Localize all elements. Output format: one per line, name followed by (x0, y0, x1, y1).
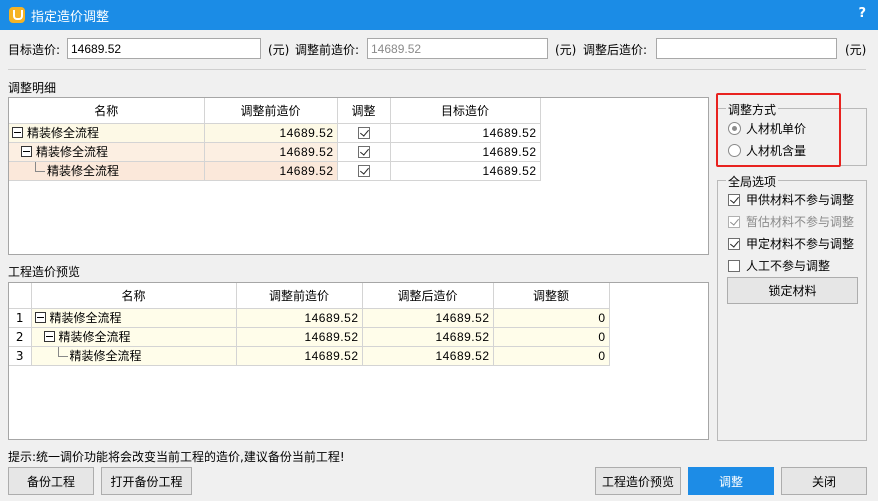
before-price-input[interactable] (367, 38, 548, 59)
row-before: 14689.52 (204, 123, 338, 143)
row-target[interactable]: 14689.52 (390, 161, 541, 181)
table-row[interactable]: 精装修全流程 14689.52 14689.52 (9, 161, 541, 181)
before-price-label: 调整前造价: (295, 43, 360, 57)
divider (8, 69, 866, 70)
detail-col-before[interactable]: 调整前造价 (204, 98, 338, 124)
table-row[interactable]: 2 精装修全流程 14689.52 14689.52 0 (9, 327, 610, 347)
global-options-group: 全局选项 甲供材料不参与调整 暂估材料不参与调整 甲定材料不参与调整 人工不参与… (717, 173, 867, 441)
target-price-input[interactable] (67, 38, 261, 59)
unit-label-2: (元) (555, 43, 577, 57)
preview-grid: 名称 调整前造价 调整后造价 调整额 1 精装修全流程 14689.52 146… (8, 282, 709, 440)
adjust-checkbox[interactable] (357, 164, 370, 177)
highlight-box (716, 93, 841, 167)
preview-cost-button[interactable]: 工程造价预览 (595, 467, 681, 495)
detail-col-adjust[interactable]: 调整 (337, 98, 391, 124)
tree-line-icon (35, 162, 45, 172)
global-options-title: 全局选项 (726, 173, 779, 190)
detail-grid: 名称 调整前造价 调整 目标造价 精装修全流程 14689.52 14689.5… (8, 97, 709, 255)
preview-section-title: 工程造价预览 (8, 265, 81, 279)
row-before: 14689.52 (236, 346, 363, 366)
detail-col-target[interactable]: 目标造价 (390, 98, 541, 124)
row-after: 14689.52 (362, 346, 494, 366)
row-name: 精装修全流程 (27, 126, 100, 140)
detail-col-name[interactable]: 名称 (9, 98, 205, 124)
target-price-label: 目标造价: (8, 43, 61, 57)
option-jiagong-material[interactable]: 甲供材料不参与调整 (728, 191, 854, 208)
row-target[interactable]: 14689.52 (390, 142, 541, 162)
row-name: 精装修全流程 (69, 349, 142, 363)
row-name: 精装修全流程 (36, 145, 109, 159)
row-after: 14689.52 (362, 327, 494, 347)
collapse-icon[interactable] (21, 146, 32, 157)
after-price-input[interactable] (656, 38, 837, 59)
row-name: 精装修全流程 (47, 164, 120, 178)
row-number: 2 (9, 327, 32, 347)
tree-line-icon (57, 347, 68, 357)
row-diff: 0 (493, 327, 610, 347)
row-before: 14689.52 (204, 142, 338, 162)
row-before: 14689.52 (236, 327, 363, 347)
checkbox[interactable] (728, 237, 740, 250)
close-button[interactable]: 关闭 (781, 467, 867, 495)
row-diff: 0 (493, 346, 610, 366)
table-row[interactable]: 精装修全流程 14689.52 14689.52 (9, 142, 541, 162)
unit-label-3: (元) (845, 43, 867, 57)
adjust-checkbox[interactable] (357, 126, 370, 139)
option-zangu-material: 暂估材料不参与调整 (728, 213, 854, 230)
option-jiading-material[interactable]: 甲定材料不参与调整 (728, 235, 854, 252)
row-number: 3 (9, 346, 32, 366)
preview-col-before[interactable]: 调整前造价 (236, 283, 363, 309)
row-number: 1 (9, 308, 32, 328)
row-after: 14689.52 (362, 308, 494, 328)
table-row[interactable]: 精装修全流程 14689.52 14689.52 (9, 123, 541, 143)
row-name: 精装修全流程 (58, 330, 131, 344)
table-row[interactable]: 1 精装修全流程 14689.52 14689.52 0 (9, 308, 610, 328)
preview-col-after[interactable]: 调整后造价 (362, 283, 494, 309)
hint-text: 提示:统一调价功能将会改变当前工程的造价,建议备份当前工程! (8, 450, 345, 464)
preview-col-name[interactable]: 名称 (31, 283, 237, 309)
after-price-label: 调整后造价: (583, 43, 648, 57)
collapse-icon[interactable] (43, 331, 55, 342)
lock-material-button[interactable]: 锁定材料 (727, 277, 858, 304)
row-name: 精装修全流程 (49, 311, 122, 325)
collapse-icon[interactable] (34, 312, 46, 323)
row-target[interactable]: 14689.52 (390, 123, 541, 143)
adjust-checkbox[interactable] (357, 145, 370, 158)
option-labor[interactable]: 人工不参与调整 (728, 257, 830, 274)
preview-col-diff[interactable]: 调整额 (493, 283, 610, 309)
unit-label-1: (元) (268, 43, 290, 57)
checkbox (728, 215, 740, 228)
title-bar: 指定造价调整 ? (0, 0, 878, 30)
detail-section-title: 调整明细 (8, 81, 57, 95)
table-row[interactable]: 3 精装修全流程 14689.52 14689.52 0 (9, 346, 610, 366)
row-before: 14689.52 (204, 161, 338, 181)
checkbox[interactable] (728, 259, 740, 272)
adjust-button[interactable]: 调整 (688, 467, 774, 495)
collapse-icon[interactable] (12, 127, 23, 138)
open-backup-button[interactable]: 打开备份工程 (101, 467, 192, 495)
help-button[interactable]: ? (858, 6, 866, 21)
checkbox[interactable] (728, 193, 740, 206)
row-diff: 0 (493, 308, 610, 328)
window-title: 指定造价调整 (31, 9, 110, 25)
row-before: 14689.52 (236, 308, 363, 328)
backup-project-button[interactable]: 备份工程 (8, 467, 94, 495)
app-logo-icon (9, 7, 25, 23)
